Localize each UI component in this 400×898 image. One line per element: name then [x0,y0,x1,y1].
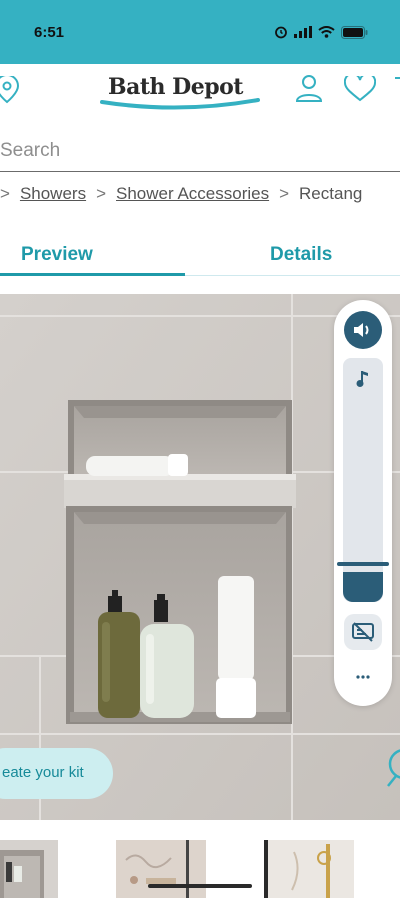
create-kit-button[interactable]: eate your kit [0,748,113,799]
status-bar: 6:51 [0,0,400,64]
speaker-button[interactable] [344,311,382,349]
captions-off-button[interactable] [344,614,382,650]
status-time: 6:51 [34,24,65,41]
more-options-button[interactable] [348,662,378,692]
breadcrumb-separator: > [0,184,10,203]
thumbnail-3[interactable] [264,840,354,898]
breadcrumb-item-current: Rectang [299,184,363,203]
tab-details[interactable]: Details [270,244,332,266]
battery-icon [341,25,368,39]
music-note-icon [356,371,368,387]
volume-handle[interactable] [337,562,389,566]
thumbnail-2-image [116,840,206,898]
signal-icon [294,26,312,38]
breadcrumb-separator: > [279,184,290,203]
breadcrumb-item-showers[interactable]: Showers [20,184,86,203]
thumbnail-3-image [264,840,354,898]
more-dots-icon [356,675,370,679]
volume-panel [334,300,392,706]
captions-off-icon [352,622,374,642]
search-input[interactable]: Search [0,132,400,172]
home-indicator[interactable] [148,884,252,888]
thumbnail-2[interactable] [116,840,206,898]
search-placeholder: Search [0,140,61,161]
wishlist-heart-icon[interactable] [344,76,376,102]
thumbnail-1-image [0,840,58,898]
create-kit-label: eate your kit [2,764,84,781]
alarm-icon [275,26,287,39]
location-pin-icon[interactable] [0,76,22,104]
logo-swoosh [100,98,260,110]
wifi-icon [318,26,335,38]
tab-preview[interactable]: Preview [21,244,93,266]
volume-bucket [343,572,383,602]
active-tab-indicator [0,273,185,276]
app-header: Bath Depot [0,64,400,124]
breadcrumb: > Showers > Shower Accessories > Rectang [0,184,400,206]
breadcrumb-item-shower-accessories[interactable]: Shower Accessories [116,184,269,203]
thumbnail-1[interactable] [0,840,58,898]
thumbnail-strip [0,840,400,898]
status-icons [274,25,368,39]
tab-bar: Preview Details [0,240,400,276]
account-icon[interactable] [296,74,322,102]
breadcrumb-separator: > [96,184,107,203]
speaker-icon [354,323,369,337]
bath-depot-logo[interactable]: Bath Depot [100,72,260,112]
cart-icon[interactable] [392,76,400,102]
